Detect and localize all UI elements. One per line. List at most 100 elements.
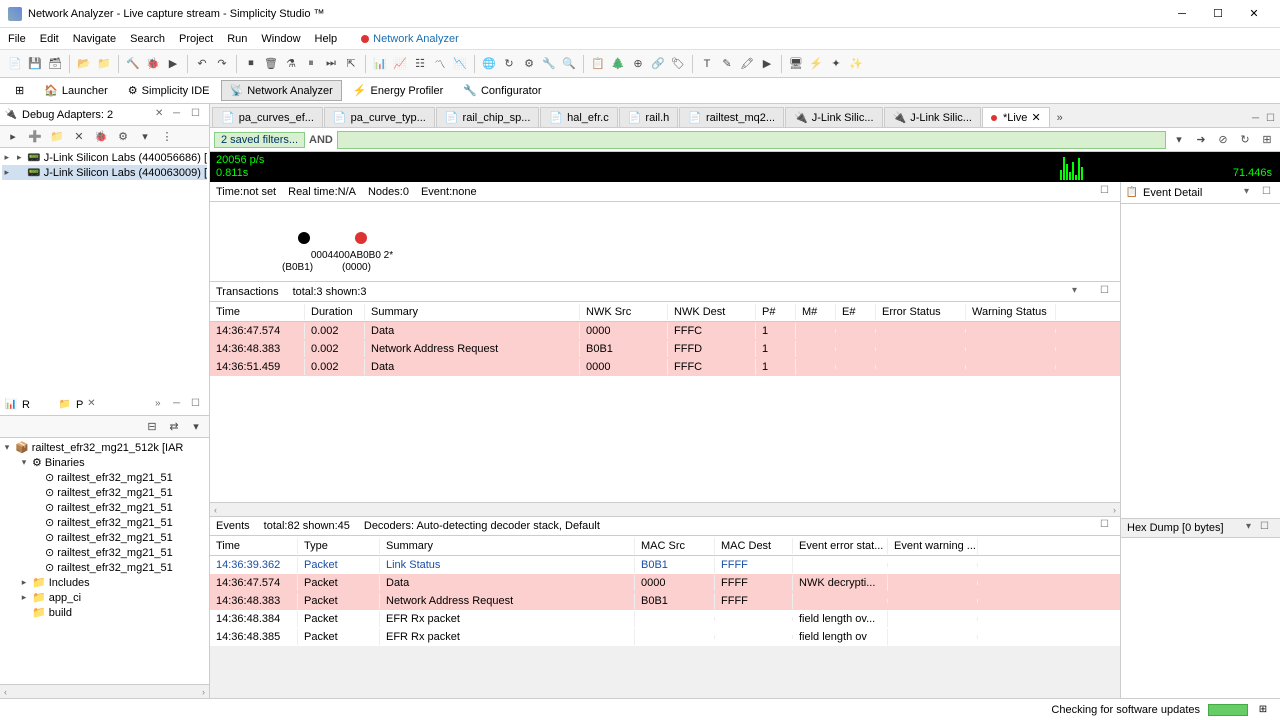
menu-navigate[interactable]: Navigate <box>73 33 116 45</box>
editor-tab[interactable]: 📄 rail_chip_sp... <box>436 107 540 127</box>
zoom-icon[interactable]: 🔍 <box>560 55 578 73</box>
dropdown-icon[interactable]: ▾ <box>1244 186 1258 200</box>
stop-icon[interactable]: ✕ <box>70 128 88 146</box>
dropdown-icon[interactable]: ▾ <box>1246 521 1260 535</box>
col-nwk-src[interactable]: NWK Src <box>580 304 668 320</box>
maximize-icon[interactable]: ☐ <box>1100 285 1114 299</box>
debug-icon[interactable]: 🐞 <box>144 55 162 73</box>
binary-item[interactable]: ⊙ railtest_efr32_mg21_51 <box>2 470 207 485</box>
trash-icon[interactable]: 🗑 <box>262 55 280 73</box>
minimize-icon[interactable]: ─ <box>1252 113 1266 127</box>
link-icon[interactable]: ⇄ <box>165 418 183 436</box>
status-icon[interactable]: ⊞ <box>1256 703 1270 717</box>
minimize-icon[interactable]: ─ <box>173 398 187 412</box>
menu-help[interactable]: Help <box>315 33 338 45</box>
col-summary[interactable]: Summary <box>380 538 635 554</box>
saved-filters-link[interactable]: 2 saved filters... <box>214 132 305 148</box>
node-black[interactable] <box>298 232 310 244</box>
includes-folder[interactable]: ▸📁 Includes <box>2 575 207 590</box>
step-icon[interactable]: ⏭ <box>322 55 340 73</box>
close-icon[interactable]: ✕ <box>87 398 101 412</box>
menu-icon[interactable]: ▾ <box>187 418 205 436</box>
tag-icon[interactable]: 🏷 <box>669 55 687 73</box>
project-root[interactable]: ▾📦 railtest_efr32_mg21_512k [IAR <box>2 440 207 455</box>
menu-edit[interactable]: Edit <box>40 33 59 45</box>
reload-icon[interactable]: ↻ <box>1236 131 1254 149</box>
col-nwk-dest[interactable]: NWK Dest <box>668 304 756 320</box>
tree-icon[interactable]: 🌲 <box>609 55 627 73</box>
export-icon[interactable]: ⇱ <box>342 55 360 73</box>
close-icon[interactable]: ✕ <box>155 108 169 122</box>
build-folder[interactable]: 📁 build <box>2 605 207 620</box>
save-all-icon[interactable]: 🗃 <box>46 55 64 73</box>
col-p[interactable]: P# <box>756 304 796 320</box>
pause-icon[interactable]: ⏸ <box>302 55 320 73</box>
down-icon[interactable]: ▾ <box>136 128 154 146</box>
forward-icon[interactable]: ↷ <box>213 55 231 73</box>
tab-p[interactable]: P <box>76 399 83 411</box>
stats-icon[interactable]: 📉 <box>451 55 469 73</box>
back-icon[interactable]: ↶ <box>193 55 211 73</box>
transaction-row[interactable]: 14:36:47.5740.002Data0000FFFC1 <box>210 322 1120 340</box>
event-row[interactable]: 14:36:48.384PacketEFR Rx packetfield len… <box>210 610 1120 628</box>
monitor-icon[interactable]: 🖥 <box>787 55 805 73</box>
binary-item[interactable]: ⊙ railtest_efr32_mg21_51 <box>2 560 207 575</box>
col-error[interactable]: Event error stat... <box>793 538 888 554</box>
more-icon[interactable]: » <box>155 398 169 412</box>
wrench-icon[interactable]: 🔧 <box>540 55 558 73</box>
editor-tab[interactable]: 📄 pa_curve_typ... <box>324 107 435 127</box>
project-hscroll[interactable]: ‹› <box>0 684 209 698</box>
maximize-icon[interactable]: ☐ <box>1260 521 1274 535</box>
col-type[interactable]: Type <box>298 538 380 554</box>
close-button[interactable]: ✕ <box>1236 4 1272 24</box>
menu-window[interactable]: Window <box>261 33 300 45</box>
col-mac-dest[interactable]: MAC Dest <box>715 538 793 554</box>
maximize-icon[interactable]: ☐ <box>1262 186 1276 200</box>
minimize-button[interactable]: ─ <box>1164 4 1200 24</box>
star-icon[interactable]: ✦ <box>827 55 845 73</box>
col-warning[interactable]: Event warning ... <box>888 538 978 554</box>
settings-icon[interactable]: ⊞ <box>1258 131 1276 149</box>
event-row[interactable]: 14:36:39.362PacketLink StatusB0B1FFFF <box>210 556 1120 574</box>
clear-icon[interactable]: ⊘ <box>1214 131 1232 149</box>
stop-icon[interactable]: ⏹ <box>242 55 260 73</box>
maximize-icon[interactable]: ☐ <box>1100 185 1114 199</box>
maximize-icon[interactable]: ☐ <box>191 108 205 122</box>
run-icon[interactable]: ▶ <box>164 55 182 73</box>
transactions-hscroll[interactable]: ‹› <box>210 502 1120 516</box>
menu-run[interactable]: Run <box>227 33 247 45</box>
binaries-folder[interactable]: ▾⚙ Binaries <box>2 455 207 470</box>
filter-icon[interactable]: ⚗ <box>282 55 300 73</box>
pencil-icon[interactable]: ✎ <box>718 55 736 73</box>
editor-tab-live[interactable]: *Live ✕ <box>982 107 1050 127</box>
maximize-button[interactable]: ☐ <box>1200 4 1236 24</box>
editor-tab[interactable]: 🔌 J-Link Silic... <box>884 107 981 127</box>
event-row[interactable]: 14:36:47.574PacketData0000FFFFNWK decryp… <box>210 574 1120 592</box>
bars-icon[interactable]: ☷ <box>411 55 429 73</box>
col-duration[interactable]: Duration <box>305 304 365 320</box>
collapse-icon[interactable]: ⊟ <box>143 418 161 436</box>
ide-perspective[interactable]: ⚙ Simplicity IDE <box>119 80 219 101</box>
marker-icon[interactable]: 🖍 <box>738 55 756 73</box>
editor-tab[interactable]: 🔌 J-Link Silic... <box>785 107 882 127</box>
transaction-row[interactable]: 14:36:51.4590.002Data0000FFFC1 <box>210 358 1120 376</box>
sparkle-icon[interactable]: ✨ <box>847 55 865 73</box>
bug-icon[interactable]: 🐞 <box>92 128 110 146</box>
minimize-icon[interactable]: ─ <box>173 108 187 122</box>
binary-item[interactable]: ⊙ railtest_efr32_mg21_51 <box>2 515 207 530</box>
menu-icon[interactable]: ⋮ <box>158 128 176 146</box>
folder-icon[interactable]: 📁 <box>48 128 66 146</box>
editor-tab[interactable]: 📄 hal_efr.c <box>540 107 617 127</box>
col-error[interactable]: Error Status <box>876 304 966 320</box>
expand-icon[interactable]: ▸ <box>4 128 22 146</box>
menu-search[interactable]: Search <box>130 33 165 45</box>
menu-project[interactable]: Project <box>179 33 213 45</box>
col-m[interactable]: M# <box>796 304 836 320</box>
col-warning[interactable]: Warning Status <box>966 304 1056 320</box>
adapter-item[interactable]: ▸📟 J-Link Silicon Labs (440063009) [ <box>2 165 207 180</box>
gear-icon[interactable]: ⚙ <box>114 128 132 146</box>
timeline-icon[interactable]: 📈 <box>391 55 409 73</box>
doc-icon[interactable]: 📋 <box>589 55 607 73</box>
open-perspective-button[interactable]: ⊞ <box>6 80 33 101</box>
col-time[interactable]: Time <box>210 304 305 320</box>
